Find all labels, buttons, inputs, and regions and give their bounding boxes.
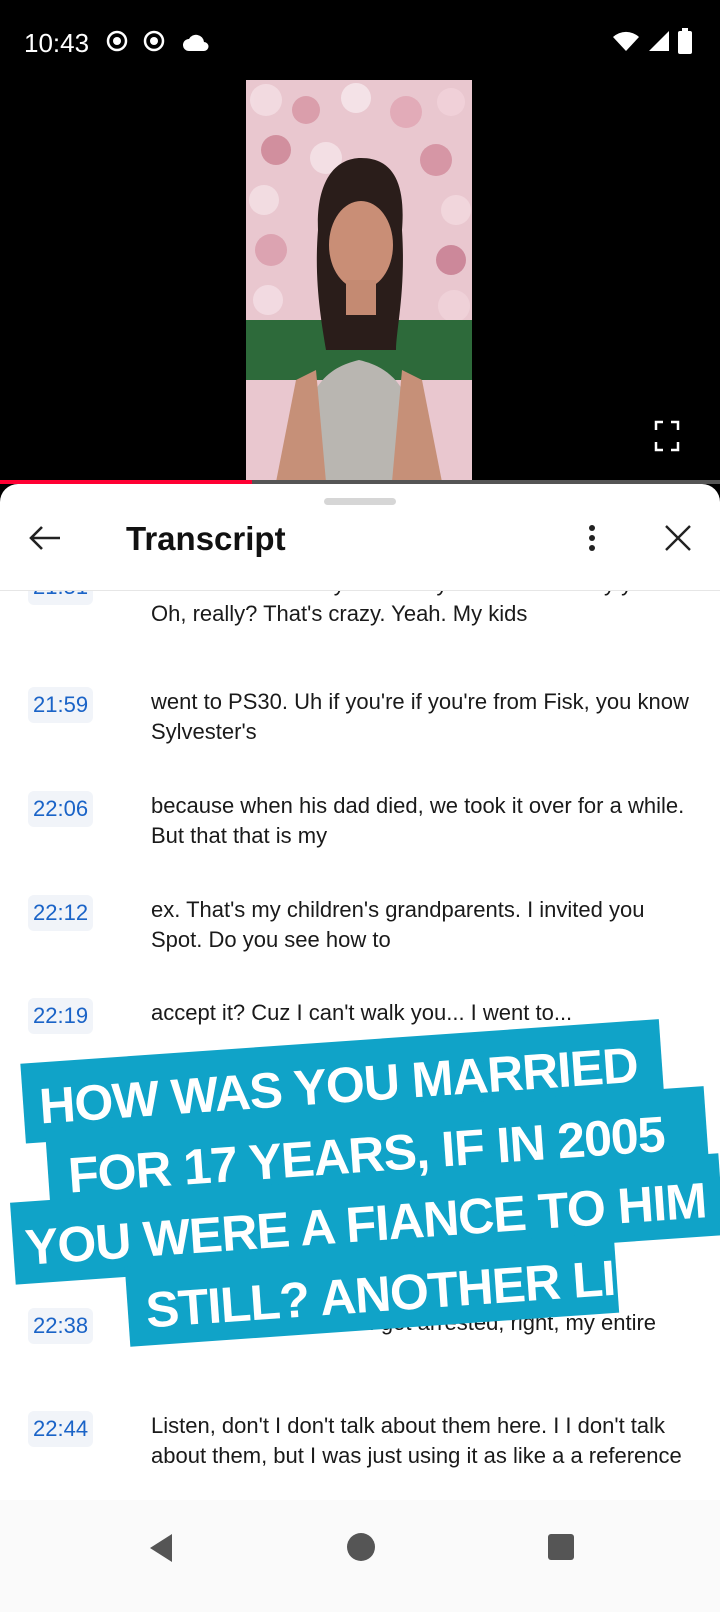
transcript-title: Transcript bbox=[126, 520, 286, 557]
segment-timestamp[interactable]: 21:59 bbox=[28, 687, 94, 723]
drag-handle[interactable] bbox=[324, 498, 396, 505]
back-arrow-icon[interactable] bbox=[26, 518, 66, 558]
record-icon bbox=[106, 30, 128, 52]
segment-text: Listen, don't I don't talk about them he… bbox=[151, 1413, 682, 1468]
transcript-header: Transcript bbox=[0, 506, 720, 576]
video-thumbnail bbox=[246, 80, 472, 482]
wifi-icon bbox=[613, 31, 639, 51]
back-nav-icon[interactable] bbox=[146, 1532, 176, 1564]
close-icon[interactable] bbox=[660, 518, 696, 558]
cloud-icon bbox=[183, 34, 209, 51]
segment-timestamp[interactable]: 21:51 bbox=[28, 591, 94, 605]
status-bar: 10:43 bbox=[0, 0, 720, 80]
segment-text: because when his dad died, we took it ov… bbox=[151, 793, 685, 848]
system-nav-bar bbox=[0, 1500, 720, 1612]
recents-nav-icon[interactable] bbox=[548, 1534, 574, 1560]
more-options-icon[interactable] bbox=[580, 518, 604, 558]
segment-text: went to PS30. Uh if you're if you're fro… bbox=[151, 689, 689, 744]
segment-timestamp[interactable]: 22:12 bbox=[28, 895, 94, 931]
battery-icon bbox=[678, 28, 692, 54]
segment-text: ex-husband's family owned Sylvesters for… bbox=[151, 591, 681, 626]
video-player[interactable] bbox=[0, 80, 720, 484]
segment-timestamp[interactable]: 22:06 bbox=[28, 791, 94, 827]
video-frame bbox=[246, 80, 472, 482]
signal-icon bbox=[649, 31, 669, 51]
caption-overlay: HOW WAS YOU MARRIED FOR 17 YEARS, IF IN … bbox=[0, 986, 720, 1395]
segment-text: ex. That's my children's grandparents. I… bbox=[151, 897, 645, 952]
home-nav-icon[interactable] bbox=[346, 1532, 376, 1562]
segment-timestamp[interactable]: 22:44 bbox=[28, 1411, 94, 1447]
fullscreen-icon[interactable] bbox=[654, 420, 680, 452]
status-time: 10:43 bbox=[24, 28, 90, 58]
record-icon-2 bbox=[143, 30, 165, 52]
